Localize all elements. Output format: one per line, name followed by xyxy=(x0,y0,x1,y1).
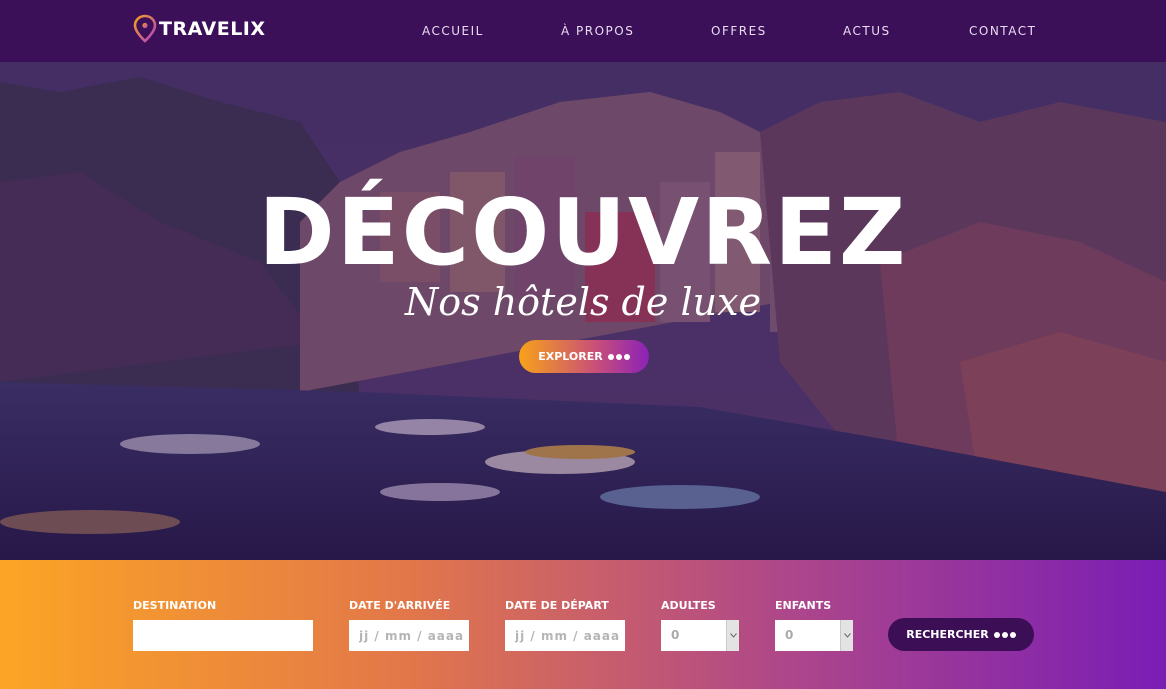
map-pin-icon xyxy=(133,14,157,43)
hero-subtitle: Nos hôtels de luxe xyxy=(405,280,761,324)
hero-section: DÉCOUVREZ Nos hôtels de luxe EXPLORER xyxy=(0,62,1166,560)
arrival-date-input[interactable] xyxy=(349,620,469,651)
chevron-down-icon[interactable] xyxy=(726,620,739,651)
arrival-date-label: DATE D'ARRIVÉE xyxy=(349,599,451,612)
adults-select[interactable]: 0 xyxy=(661,620,739,651)
dots-icon xyxy=(993,631,1016,638)
nav-item-offres[interactable]: OFFRES xyxy=(711,24,767,38)
explore-button-label: EXPLORER xyxy=(538,350,603,363)
destination-input[interactable] xyxy=(133,620,313,651)
search-bar: DESTINATION DATE D'ARRIVÉE DATE DE DÉPAR… xyxy=(0,560,1166,689)
adults-select-value: 0 xyxy=(671,628,680,642)
dots-icon xyxy=(607,353,630,360)
brand-logo[interactable]: TRAVELIX xyxy=(133,14,266,44)
destination-label: DESTINATION xyxy=(133,599,217,612)
nav-item-a-propos[interactable]: À PROPOS xyxy=(561,24,634,38)
explore-button[interactable]: EXPLORER xyxy=(519,340,649,373)
nav-item-actus[interactable]: ACTUS xyxy=(843,24,891,38)
adults-label: ADULTES xyxy=(661,599,716,612)
chevron-down-icon[interactable] xyxy=(840,620,853,651)
children-select[interactable]: 0 xyxy=(775,620,853,651)
hero-title: DÉCOUVREZ xyxy=(258,179,908,286)
children-select-value: 0 xyxy=(785,628,794,642)
search-button-label: RECHERCHER xyxy=(906,628,989,641)
departure-date-input[interactable] xyxy=(505,620,625,651)
children-label: ENFANTS xyxy=(775,599,832,612)
search-button[interactable]: RECHERCHER xyxy=(888,618,1034,651)
brand-name: TRAVELIX xyxy=(159,18,266,40)
top-navbar: TRAVELIX ACCUEIL À PROPOS OFFRES ACTUS C… xyxy=(0,0,1166,62)
nav-item-accueil[interactable]: ACCUEIL xyxy=(422,24,484,38)
nav-item-contact[interactable]: CONTACT xyxy=(969,24,1036,38)
departure-date-label: DATE DE DÉPART xyxy=(505,599,609,612)
